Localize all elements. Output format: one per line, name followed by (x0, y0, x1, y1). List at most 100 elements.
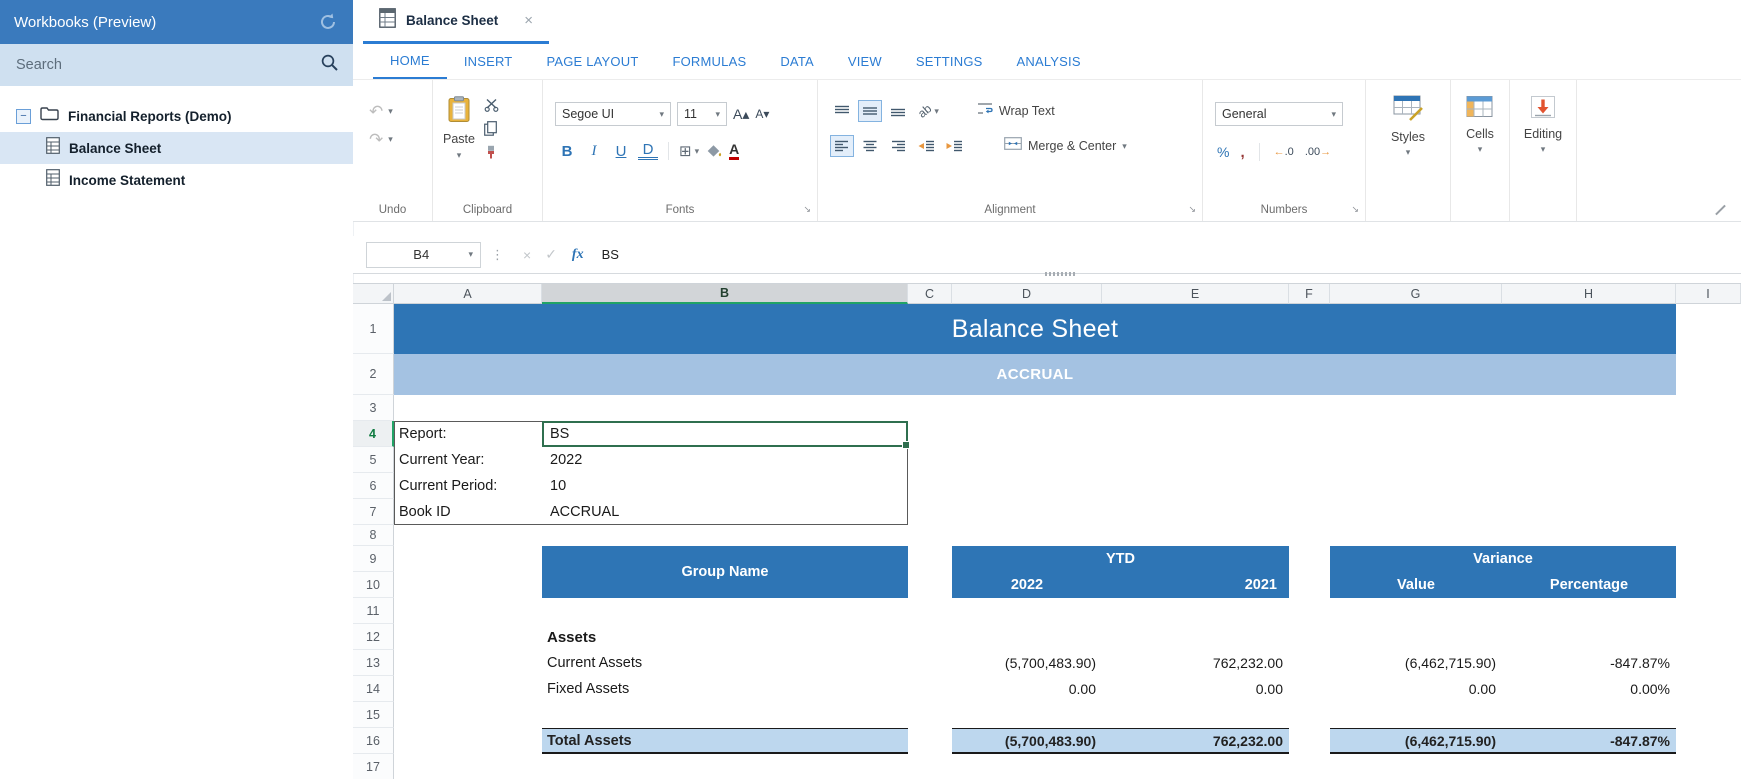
row-label-cell[interactable]: Current Assets (542, 650, 908, 676)
paste-button[interactable]: Paste ▾ (443, 96, 475, 161)
ytd-header-block[interactable]: YTD 2022 2021 (952, 546, 1289, 598)
data-cell[interactable]: 762,232.00 (1102, 650, 1289, 676)
font-color-button[interactable]: A (729, 142, 739, 160)
numbers-dialog-launcher-icon[interactable]: ↘ (1351, 204, 1359, 215)
cells-button[interactable]: Cells ▾ (1466, 80, 1494, 155)
variance-header-block[interactable]: Variance Value Percentage (1330, 546, 1676, 598)
column-header-h[interactable]: H (1502, 284, 1676, 304)
data-cell[interactable]: 0.00% (1502, 676, 1676, 702)
cell-name-box[interactable]: B4 ▾ (366, 242, 481, 268)
total-label-cell[interactable]: Total Assets (542, 728, 908, 754)
data-cell[interactable]: 0.00 (1102, 676, 1289, 702)
report-label-cell[interactable]: Report: (394, 421, 542, 447)
data-cell[interactable]: (5,700,483.90) (952, 650, 1102, 676)
tree-item-balance-sheet[interactable]: Balance Sheet (0, 132, 353, 164)
formula-bar-menu-icon[interactable]: ⋮ (491, 247, 504, 263)
column-header-b[interactable]: B (542, 284, 908, 304)
current-year-value-cell[interactable]: 2022 (542, 447, 908, 473)
column-header-c[interactable]: C (908, 284, 952, 304)
decrease-indent-icon[interactable] (914, 135, 938, 157)
text-orientation-button[interactable]: ab ▾ (918, 104, 939, 118)
fill-color-icon[interactable] (706, 144, 722, 158)
comma-style-icon[interactable]: , (1240, 144, 1244, 161)
row-header-4[interactable]: 4 (353, 421, 394, 447)
data-cell[interactable]: 0.00 (1330, 676, 1502, 702)
merge-center-button[interactable]: Merge & Center ▾ (1004, 137, 1127, 155)
undo-button[interactable]: ↶ ▾ (369, 104, 432, 119)
data-cell[interactable]: -847.87% (1502, 650, 1676, 676)
book-id-label-cell[interactable]: Book ID (394, 499, 542, 525)
decrease-font-icon[interactable]: A▾ (755, 107, 769, 121)
ribbon-tab-page-layout[interactable]: PAGE LAYOUT (529, 44, 655, 79)
format-painter-icon[interactable] (484, 145, 499, 160)
row-header-17[interactable]: 17 (353, 754, 394, 779)
current-year-label-cell[interactable]: Current Year: (394, 447, 542, 473)
report-value-cell[interactable]: BS (542, 421, 908, 447)
italic-button[interactable]: I (584, 143, 604, 160)
double-underline-button[interactable]: D (638, 142, 658, 160)
row-header-14[interactable]: 14 (353, 676, 394, 702)
close-tab-icon[interactable]: × (524, 12, 533, 29)
percent-style-icon[interactable]: % (1217, 144, 1229, 160)
row-header-16[interactable]: 16 (353, 728, 394, 754)
data-cell[interactable]: (6,462,715.90) (1330, 650, 1502, 676)
row-header-10[interactable]: 10 (353, 572, 394, 598)
row-header-6[interactable]: 6 (353, 473, 394, 499)
name-box-dropdown-icon[interactable]: ▾ (468, 249, 473, 260)
underline-button[interactable]: U (611, 143, 631, 160)
align-middle-icon[interactable] (858, 100, 882, 122)
total-variance-block[interactable]: (6,462,715.90) -847.87% (1330, 728, 1676, 754)
ribbon-tab-data[interactable]: DATA (763, 44, 831, 79)
insert-function-icon[interactable]: fx (572, 247, 584, 263)
column-header-d[interactable]: D (952, 284, 1102, 304)
row-header-13[interactable]: 13 (353, 650, 394, 676)
font-size-select[interactable]: 11 ▾ (677, 102, 727, 126)
formula-input[interactable]: BS (602, 247, 619, 262)
tree-folder-label[interactable]: Financial Reports (Demo) (68, 109, 232, 124)
row-header-1[interactable]: 1 (353, 304, 394, 354)
current-period-label-cell[interactable]: Current Period: (394, 473, 542, 499)
row-header-2[interactable]: 2 (353, 354, 394, 395)
ribbon-tab-analysis[interactable]: ANALYSIS (1000, 44, 1098, 79)
confirm-entry-icon[interactable]: ✓ (545, 246, 557, 263)
select-all-corner[interactable] (353, 284, 394, 304)
tree-folder-row[interactable]: − Financial Reports (Demo) (0, 100, 353, 132)
align-right-icon[interactable] (886, 135, 910, 157)
data-cell[interactable]: 0.00 (952, 676, 1102, 702)
current-period-value-cell[interactable]: 10 (542, 473, 908, 499)
increase-font-icon[interactable]: A▴ (733, 106, 749, 123)
font-name-select[interactable]: Segoe UI ▾ (555, 102, 671, 126)
row-header-3[interactable]: 3 (353, 395, 394, 421)
align-bottom-icon[interactable] (886, 100, 910, 122)
wrap-text-button[interactable]: Wrap Text (977, 102, 1055, 120)
row-header-8[interactable]: 8 (353, 525, 394, 546)
cancel-entry-icon[interactable]: × (523, 247, 531, 263)
document-tab[interactable]: Balance Sheet × (363, 0, 549, 44)
row-header-15[interactable]: 15 (353, 702, 394, 728)
borders-button[interactable]: ⊞ ▾ (679, 142, 699, 160)
styles-button[interactable]: Styles ▾ (1391, 80, 1425, 158)
tree-item-income-statement[interactable]: Income Statement (0, 164, 353, 196)
ribbon-tab-insert[interactable]: INSERT (447, 44, 530, 79)
collapse-icon[interactable]: − (16, 109, 31, 124)
increase-indent-icon[interactable] (942, 135, 966, 157)
bold-button[interactable]: B (557, 143, 577, 160)
horizontal-split-handle[interactable] (1045, 272, 1077, 276)
alignment-dialog-launcher-icon[interactable]: ↘ (1188, 204, 1196, 215)
sheet-subtitle-cell[interactable]: ACCRUAL (394, 354, 1676, 395)
search-icon[interactable] (320, 53, 339, 77)
row-header-9[interactable]: 9 (353, 546, 394, 572)
number-format-select[interactable]: General ▾ (1215, 102, 1343, 126)
align-top-icon[interactable] (830, 100, 854, 122)
ribbon-tab-home[interactable]: HOME (373, 44, 447, 79)
editing-button[interactable]: Editing ▾ (1524, 80, 1562, 155)
ribbon-tab-view[interactable]: VIEW (831, 44, 899, 79)
align-left-icon[interactable] (830, 135, 854, 157)
copy-icon[interactable] (484, 121, 499, 136)
section-header-cell[interactable]: Assets (542, 624, 908, 650)
sheet-title-cell[interactable]: Balance Sheet (394, 304, 1676, 354)
redo-button[interactable]: ↷ ▾ (369, 132, 432, 147)
increase-decimal-icon[interactable]: ←.0 (1274, 146, 1294, 158)
column-header-i[interactable]: I (1676, 284, 1741, 304)
row-header-11[interactable]: 11 (353, 598, 394, 624)
